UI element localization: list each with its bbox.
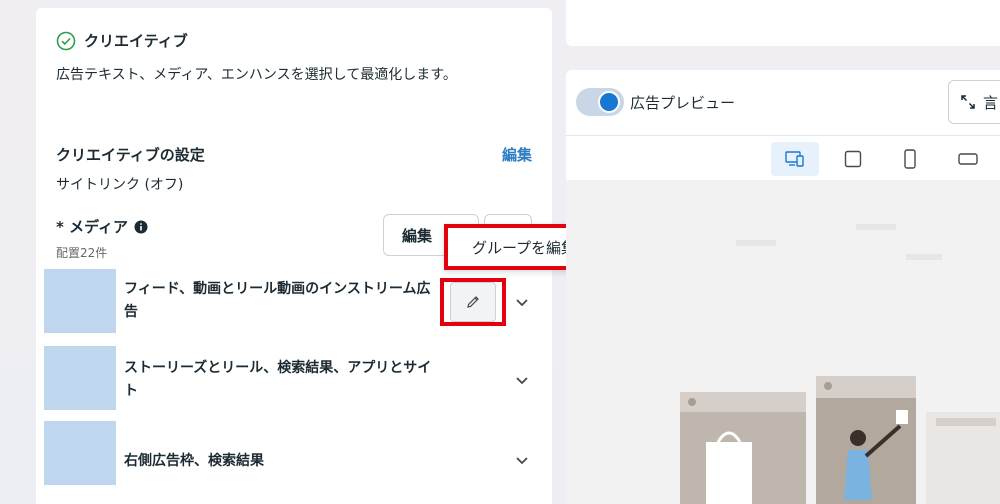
shopping-illustration: [680, 224, 1000, 504]
chevron-down-icon[interactable]: [514, 452, 530, 468]
chevron-down-icon[interactable]: [514, 294, 530, 310]
chevron-down-icon[interactable]: [514, 372, 530, 388]
placement-thumbnail: [44, 269, 116, 333]
creative-title-row: クリエイティブ: [56, 30, 188, 51]
toggle-knob: [598, 91, 620, 113]
phone-horizontal-icon[interactable]: [944, 142, 992, 176]
preview-toggle[interactable]: [576, 88, 624, 116]
placement-thumbnail: [44, 421, 116, 485]
creative-settings-label: クリエイティブの設定: [56, 146, 205, 164]
square-icon[interactable]: [829, 142, 877, 176]
top-right-panel: [566, 0, 1000, 46]
preview-header: 広告プレビュー 言: [566, 70, 1000, 136]
media-heading: * メディア: [56, 216, 148, 237]
placement-thumbnail: [44, 346, 116, 410]
placement-title: フィード、動画とリール動画のインストリーム広告: [124, 281, 431, 320]
expand-button[interactable]: 言: [948, 80, 1000, 124]
device-selector: [566, 136, 1000, 180]
placement-title: 右側広告枠、検索結果: [124, 453, 264, 469]
preview-canvas: [566, 180, 1000, 504]
expand-icon: [961, 95, 975, 109]
creative-settings-value: サイトリンク (オフ): [56, 177, 184, 193]
preview-toggle-label: 広告プレビュー: [630, 94, 736, 112]
creative-settings-edit-link[interactable]: 編集: [502, 144, 532, 165]
creative-description: 広告テキスト、メディア、エンハンスを選択して最適化します。: [56, 67, 457, 83]
multi-device-icon[interactable]: [771, 142, 819, 176]
info-icon[interactable]: [134, 220, 148, 234]
ad-preview-panel: 広告プレビュー 言: [566, 70, 1000, 504]
check-circle-icon: [56, 31, 76, 51]
pencil-highlight-box: [440, 278, 506, 326]
phone-vertical-icon[interactable]: [886, 142, 934, 176]
creative-title: クリエイティブ: [84, 32, 188, 50]
expand-button-label: 言: [983, 93, 999, 112]
media-count: 配置22件: [56, 246, 108, 260]
placement-title: ストーリーズとリール、検索結果、アプリとサイト: [124, 360, 432, 399]
media-label: * メディア: [56, 218, 129, 236]
